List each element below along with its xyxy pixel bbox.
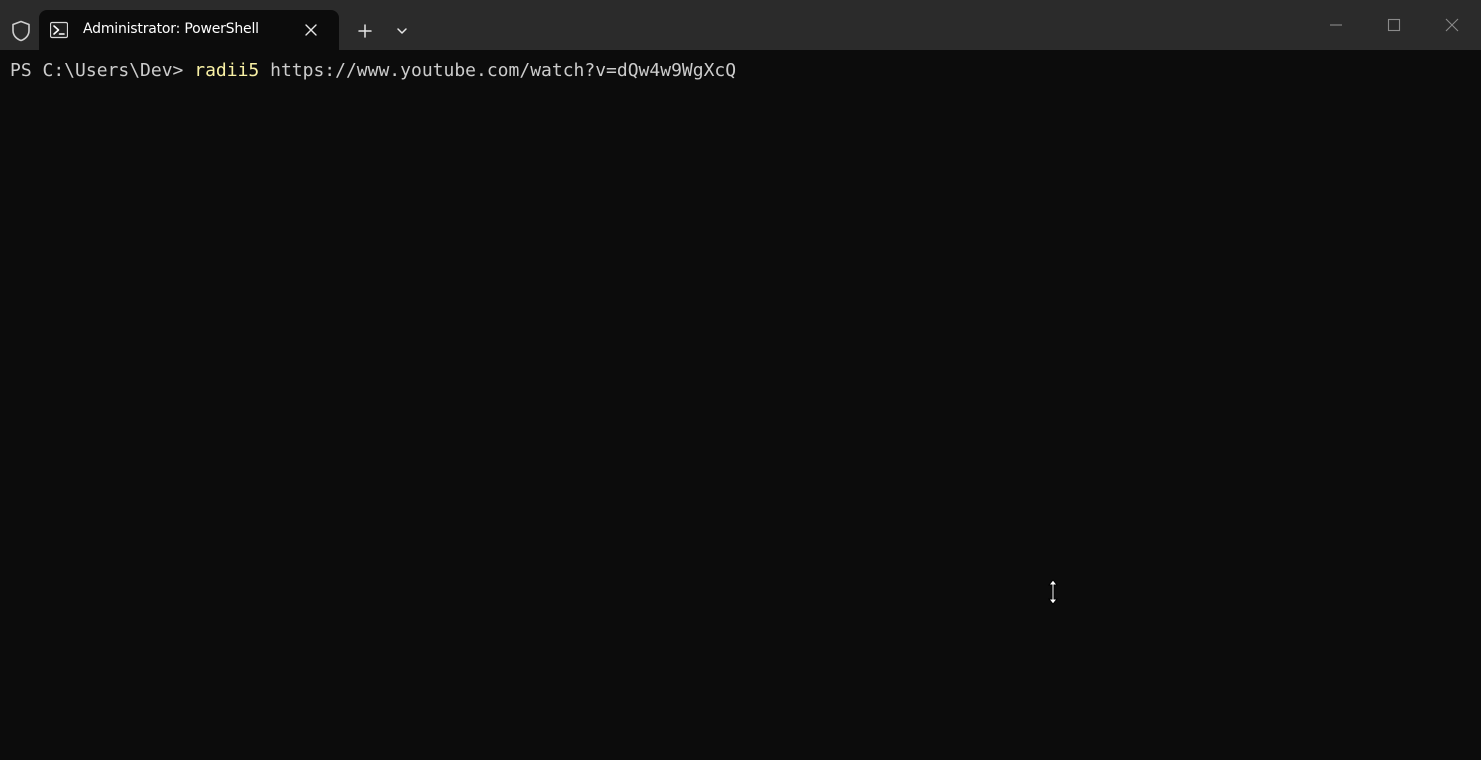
new-tab-button[interactable] [350, 17, 380, 45]
tab-close-button[interactable] [301, 20, 321, 40]
close-icon [1445, 18, 1459, 32]
title-bar[interactable]: Administrator: PowerShell [0, 0, 1481, 50]
command-argument: https://www.youtube.com/watch?v=dQw4w9Wg… [259, 60, 737, 81]
terminal-output[interactable]: PS C:\Users\Dev> radii5 https://www.yout… [0, 50, 1481, 760]
close-window-button[interactable] [1429, 10, 1475, 40]
tab-powershell[interactable]: Administrator: PowerShell [39, 10, 339, 50]
tab-title: Administrator: PowerShell [83, 21, 259, 37]
maximize-icon [1387, 18, 1401, 32]
prompt: PS C:\Users\Dev> [10, 60, 195, 81]
close-icon [305, 24, 317, 36]
tab-dropdown-button[interactable] [388, 17, 416, 45]
minimize-button[interactable] [1313, 10, 1359, 40]
chevron-down-icon [397, 28, 407, 34]
powershell-icon [49, 21, 69, 39]
plus-icon [358, 24, 372, 38]
command-line: PS C:\Users\Dev> radii5 https://www.yout… [10, 60, 736, 82]
vertical-resize-cursor-icon [1045, 578, 1061, 606]
command: radii5 [194, 60, 260, 81]
maximize-button[interactable] [1371, 10, 1417, 40]
shield-icon [9, 19, 33, 43]
terminal-window: Administrator: PowerShell PS C:\Users\De… [0, 0, 1481, 760]
minimize-icon [1330, 24, 1342, 26]
